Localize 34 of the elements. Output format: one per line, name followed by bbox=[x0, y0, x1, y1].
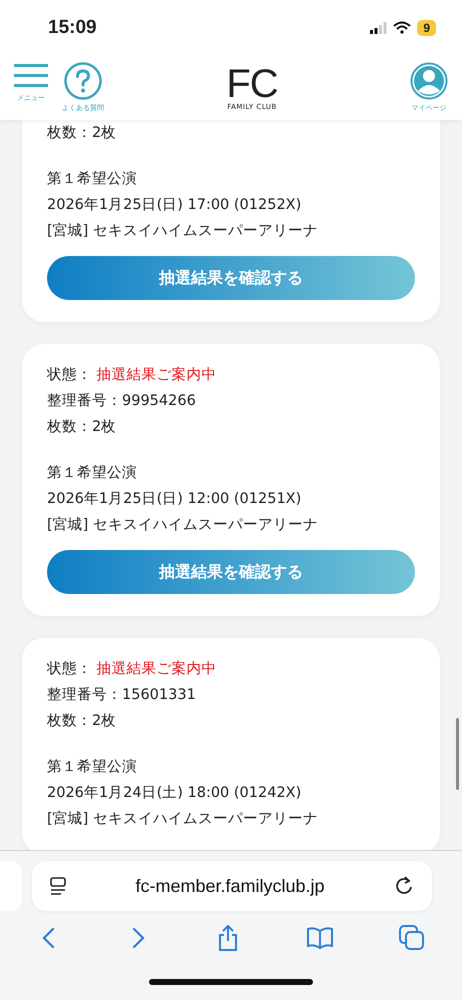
preference-label: 第１希望公演 bbox=[47, 464, 138, 483]
question-icon bbox=[64, 62, 102, 100]
reload-icon[interactable] bbox=[394, 876, 414, 896]
venue-text: [宮城] セキスイハイムスーパーアリーナ bbox=[47, 516, 319, 535]
address-bar[interactable]: fc-member.familyclub.jp bbox=[32, 861, 432, 911]
venue-text: [宮城] セキスイハイムスーパーアリーナ bbox=[47, 222, 319, 241]
wifi-icon bbox=[393, 21, 412, 34]
performance-date: 2026年1月25日(日) 12:00 (01251X) bbox=[47, 490, 302, 509]
performance-date: 2026年1月24日(土) 18:00 (01242X) bbox=[47, 784, 302, 803]
ticket-count: 枚数：2枚 bbox=[47, 124, 118, 143]
reference-number: 整理番号：99954266 bbox=[47, 392, 197, 411]
status-text: 抽選結果ご案内中 bbox=[96, 660, 217, 679]
logo: FC bbox=[226, 64, 278, 102]
book-icon[interactable] bbox=[306, 926, 334, 950]
scrollbar bbox=[456, 718, 459, 790]
status-label: 状態： bbox=[47, 366, 93, 385]
performance-date: 2026年1月25日(日) 17:00 (01252X) bbox=[47, 196, 302, 215]
reference-number: 整理番号：15601331 bbox=[47, 686, 197, 705]
status-text: 抽選結果ご案内中 bbox=[96, 366, 217, 385]
ticket-count: 枚数：2枚 bbox=[47, 712, 118, 731]
status-label: 状態： bbox=[47, 660, 93, 679]
user-icon bbox=[410, 62, 448, 100]
venue-text: [宮城] セキスイハイムスーパーアリーナ bbox=[47, 810, 319, 829]
preference-label: 第１希望公演 bbox=[47, 170, 138, 189]
clock-time: 15:09 bbox=[48, 16, 97, 38]
check-results-button[interactable]: 抽選結果を確認する bbox=[47, 256, 415, 300]
page-menu-icon bbox=[50, 877, 66, 895]
battery-level: 9 bbox=[417, 20, 436, 36]
menu-icon bbox=[14, 62, 48, 90]
check-results-button[interactable]: 抽選結果を確認する bbox=[47, 550, 415, 594]
preference-label: 第１希望公演 bbox=[47, 758, 138, 777]
ticket-count: 枚数：2枚 bbox=[47, 418, 118, 437]
tabs-icon[interactable] bbox=[399, 925, 426, 951]
signal-icon bbox=[370, 22, 388, 34]
